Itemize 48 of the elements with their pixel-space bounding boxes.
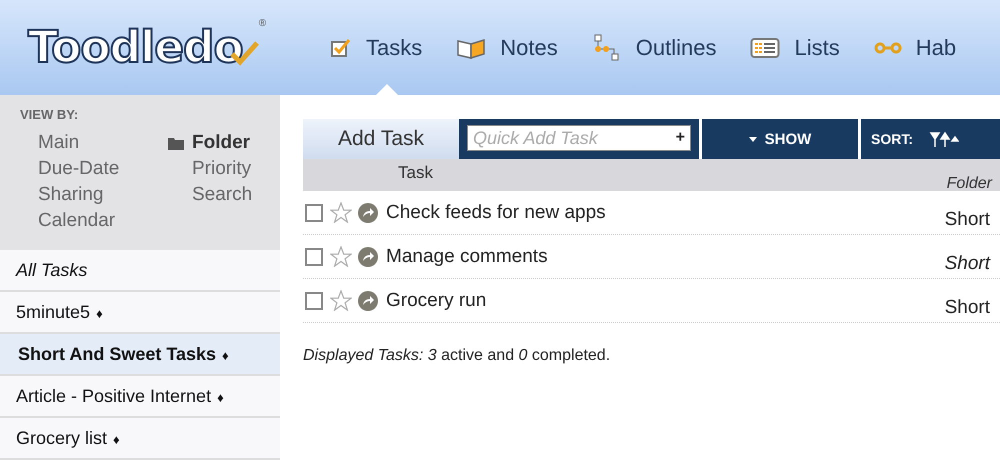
checkbox[interactable] bbox=[305, 292, 323, 310]
column-header: Task bbox=[398, 163, 433, 183]
checkbox-icon bbox=[330, 38, 352, 58]
checkbox[interactable] bbox=[305, 248, 323, 266]
book-icon bbox=[456, 36, 486, 58]
checkbox[interactable] bbox=[305, 204, 323, 222]
arrow-circle-icon[interactable] bbox=[358, 290, 378, 310]
folder-item[interactable]: Short And Sweet Tasks ♦ bbox=[0, 334, 280, 376]
section-heading: VIEW BY: bbox=[20, 107, 80, 122]
folder-cell: Short bbox=[944, 297, 990, 319]
folder-item[interactable]: 5minute5 ♦ bbox=[0, 292, 280, 334]
view-option[interactable]: Main bbox=[38, 132, 80, 154]
nav-tab[interactable]: Notes bbox=[456, 0, 558, 95]
add-button[interactable]: + bbox=[676, 129, 685, 147]
nav-tab[interactable]: Tasks bbox=[330, 0, 422, 95]
star-icon[interactable] bbox=[330, 290, 352, 311]
folder-cell: Short bbox=[944, 209, 990, 231]
nav-tab[interactable]: Outlines bbox=[592, 0, 716, 95]
star-icon[interactable] bbox=[330, 202, 352, 223]
task-title[interactable]: Manage comments bbox=[386, 246, 548, 268]
chain-icon bbox=[874, 40, 902, 54]
folder-cell: Short bbox=[944, 253, 990, 275]
nav-tab[interactable]: Lists bbox=[750, 0, 840, 95]
folder-icon bbox=[168, 136, 184, 150]
view-option[interactable]: Search bbox=[192, 184, 252, 206]
nav-tab[interactable]: Hab bbox=[874, 0, 956, 95]
folder-item[interactable]: Article - Positive Internet ♦ bbox=[0, 376, 280, 418]
list-icon bbox=[750, 36, 780, 58]
folder-item[interactable]: Grocery list ♦ bbox=[0, 418, 280, 460]
view-option[interactable]: Priority bbox=[192, 158, 252, 180]
view-option[interactable]: Folder bbox=[192, 132, 250, 154]
folder-item[interactable]: All Tasks bbox=[0, 250, 280, 292]
show-button[interactable]: SHOW bbox=[702, 119, 858, 159]
arrow-circle-icon[interactable] bbox=[358, 246, 378, 266]
add-task-button[interactable]: Add Task bbox=[303, 119, 459, 159]
caret-icon bbox=[748, 136, 757, 142]
sort-label: SORT: bbox=[871, 131, 913, 147]
arrow-circle-icon[interactable] bbox=[358, 202, 378, 222]
sort-icon[interactable] bbox=[929, 131, 959, 147]
view-option[interactable]: Calendar bbox=[38, 210, 116, 232]
task-summary: Displayed Tasks: 3 active and 0 completed. bbox=[303, 347, 612, 365]
view-option[interactable]: Sharing bbox=[38, 184, 104, 206]
column-header: Folder bbox=[946, 175, 992, 193]
task-title[interactable]: Grocery run bbox=[386, 290, 486, 312]
registered-mark: ® bbox=[258, 18, 266, 29]
view-option[interactable]: Due-Date bbox=[38, 158, 120, 180]
task-title[interactable]: Check feeds for new apps bbox=[386, 202, 606, 224]
star-icon[interactable] bbox=[330, 246, 352, 267]
